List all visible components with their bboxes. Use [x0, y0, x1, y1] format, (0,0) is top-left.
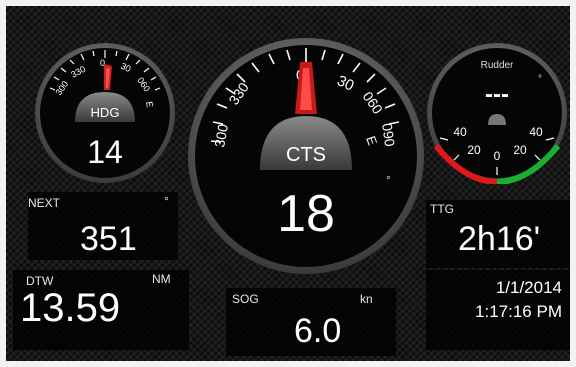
hdg-value: 14 [87, 134, 123, 170]
cts-label: CTS [286, 144, 326, 166]
next-unit: ° [164, 194, 169, 208]
sog-value: 6.0 [294, 312, 342, 350]
dtw-unit: NM [152, 272, 171, 286]
sog-label: SOG [232, 292, 259, 306]
rudder-tick-40-stbd: 40 [529, 125, 543, 139]
rudder-title: Rudder [481, 60, 514, 71]
ttg-label: TTG [430, 202, 454, 216]
time-value: 1:17:16 PM [475, 302, 562, 321]
date-value: 1/1/2014 [495, 278, 562, 297]
cts-degree-icon: ° [386, 173, 391, 187]
cts-tick-090: 090 [379, 122, 398, 148]
sog-unit: kn [360, 292, 373, 306]
ttg-value: 2h16' [458, 220, 541, 258]
rudder-value: --- [485, 81, 509, 108]
rudder-degree-icon: ° [538, 74, 542, 85]
rudder-tick-40-port: 40 [453, 125, 467, 139]
rudder-tick-20-port: 20 [467, 143, 481, 157]
instrument-display: 300 330 0 30 060 E HDG 14 Rudder ° --- 4… [6, 6, 570, 361]
hdg-gauge[interactable]: 300 330 0 30 060 E HDG 14 [34, 42, 176, 184]
cts-gauge[interactable]: 300 330 0 30 060 090 E ° CTS 18 [186, 6, 426, 328]
rudder-tick-20-stbd: 20 [513, 143, 527, 157]
dtw-value: 13.59 [20, 286, 121, 330]
cts-value: 18 [277, 185, 335, 243]
rudder-gauge[interactable]: Rudder ° --- 40 20 0 20 40 [426, 42, 568, 184]
next-label: NEXT [28, 196, 61, 210]
rudder-tick-0: 0 [494, 149, 501, 163]
hdg-label: HDG [91, 105, 120, 120]
next-value: 351 [80, 220, 137, 258]
